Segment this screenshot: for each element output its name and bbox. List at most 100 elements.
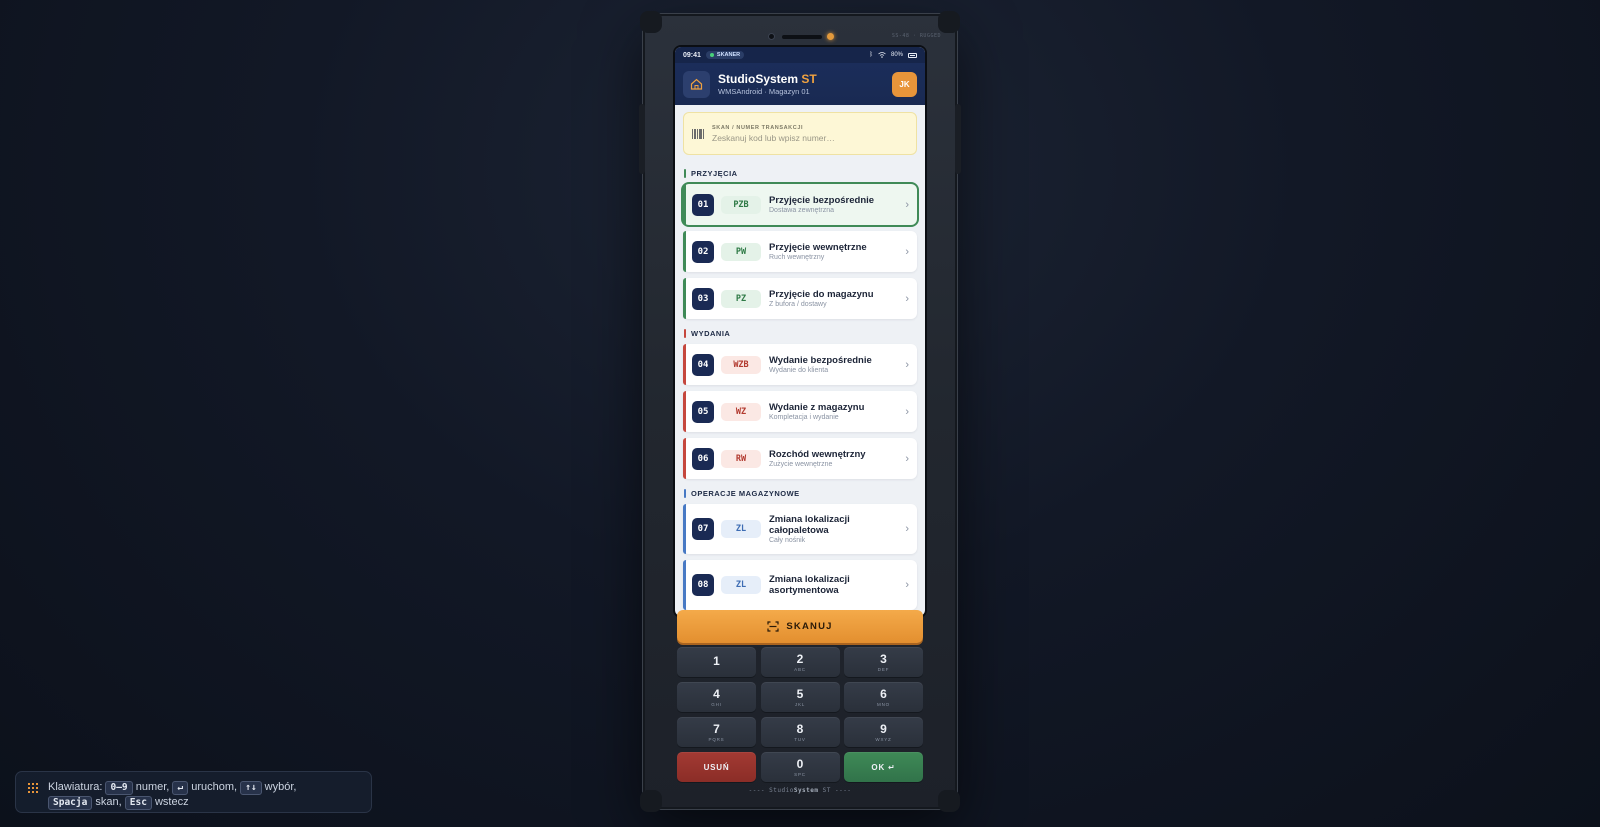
operation-item[interactable]: 01 PZB Przyjęcie bezpośrednie Dostawa zew… [683,184,917,225]
scanner-badge: SKANER [705,51,745,59]
key-1[interactable]: 1 [677,647,756,677]
key-7[interactable]: 7 PQRS [677,717,756,747]
operation-code: WZB [721,355,761,374]
key-0[interactable]: 0 SPC [760,752,840,782]
key-2[interactable]: 2 ABC [760,647,840,677]
operation-item[interactable]: 04 WZB Wydanie bezpośrednie Wydanie do kl… [683,344,917,385]
keyboard-hint: Klawiatura: 0–9 numer, ↵ uruchom, ↑↓ wyb… [15,771,372,813]
chevron-right-icon: › [905,198,909,211]
key-3[interactable]: 3 DEF [844,647,923,677]
device-model: SS-48 · RUGGED [891,33,941,39]
camera [768,33,775,40]
status-bar: 09:41 SKANER ᛒ 80% [675,47,925,63]
bluetooth-icon: ᛒ [869,52,873,58]
operation-subtitle: Kompletacja i wydanie [769,414,839,421]
ok-key[interactable]: OK ↵ [844,752,923,782]
scanner-label: SKANER [716,52,741,58]
operation-title: Wydanie z magazynu [769,402,865,413]
scan-input-label: SKAN / NUMER TRANSAKCJI [712,124,804,131]
operation-item[interactable]: 05 WZ Wydanie z magazynu Kompletacja i wy… [683,391,917,432]
operation-number: 06 [692,447,714,470]
key-5[interactable]: 5 JKL [760,682,840,712]
key-6[interactable]: 6 MNO [844,682,923,712]
chevron-right-icon: › [905,358,909,371]
operation-title: Zmiana lokalizacji asortymentowa [769,573,850,596]
chevron-right-icon: › [905,292,909,305]
operation-item[interactable]: 07 ZL Zmiana lokalizacji całopaletowa Cał… [683,504,917,554]
operation-code: RW [721,449,761,468]
chevron-right-icon: › [905,405,909,418]
hint-prefix: Klawiatura: [48,781,103,793]
operation-number: 02 [692,240,714,263]
battery-percent: 80% [890,52,903,58]
operation-item[interactable]: 08 ZL Zmiana lokalizacji asortymentowa › [683,560,917,610]
operation-title: Wydanie bezpośrednie [769,355,872,366]
scan-button[interactable]: SKANUJ [677,610,923,643]
key-9[interactable]: 9 WXYZ [844,717,923,747]
operation-code: ZL [721,576,761,594]
screen: 09:41 SKANER ᛒ 80% StudioSystem ST WMSAn… [675,47,925,616]
side-button-left[interactable] [639,104,645,174]
operation-title: Przyjęcie do magazynu [769,289,874,300]
chevron-right-icon: › [905,452,909,465]
operation-title: Zmiana lokalizacji całopaletowa [769,514,850,536]
section-title-issues: WYDANIA [684,329,917,338]
status-led [827,33,834,40]
operation-number: 03 [692,287,714,310]
speaker [782,35,822,39]
key-4[interactable]: 4 GHI [677,682,756,712]
section-title-receipts: PRZYJĘCIA [684,169,917,178]
hint-text: skan, [95,796,122,808]
operation-number: 04 [692,353,714,376]
wifi-icon [878,52,886,58]
hint-text: uruchom, [191,781,238,793]
barcode-icon [692,128,704,139]
operation-subtitle: Dostawa zewnętrzna [769,207,834,214]
operation-title: Przyjęcie bezpośrednie [769,195,875,206]
side-button-right[interactable] [955,104,961,174]
device-brand-footer: ---- StudioSystem ST ---- [748,787,852,794]
kbd-enter: ↵ [172,781,189,795]
operation-code: PW [721,242,761,261]
clock: 09:41 [683,51,701,59]
operation-item[interactable]: 02 PW Przyjęcie wewnętrzne Ruch wewnętrzn… [683,231,917,272]
scan-button-label: SKANUJ [786,621,833,632]
home-button[interactable] [683,70,710,98]
hint-text: numer, [135,781,170,793]
device-shell: SS-48 · RUGGED 09:41 SKANER ᛒ 80% Studio… [639,11,961,812]
operation-code: WZ [721,402,761,421]
operation-number: 01 [692,193,714,216]
app-title: StudioSystem ST [718,72,817,86]
chevron-right-icon: › [905,245,909,258]
kbd-arrows: ↑↓ [240,781,262,795]
operation-item[interactable]: 03 PZ Przyjęcie do magazynu Z bufora / do… [683,278,917,319]
section-title-warehouse-ops: OPERACJE MAGAZYNOWE [684,489,917,498]
operation-subtitle: Wydanie do klienta [769,367,829,374]
user-avatar[interactable]: JK [892,71,917,97]
home-icon [690,78,703,90]
operation-number: 07 [692,518,714,540]
operation-subtitle: Ruch wewnętrzny [769,254,825,261]
scanner-dot-icon [709,53,714,57]
operation-subtitle: Cały nośnik [769,537,806,544]
kbd-digits: 0–9 [105,781,133,795]
scan-frame-icon [767,621,779,632]
operation-subtitle: Z bufora / dostawy [769,301,827,308]
chevron-right-icon: › [905,579,909,591]
operation-code: PZB [721,195,761,214]
operation-item[interactable]: 06 RW Rozchód wewnętrzny Zużycie wewnętrz… [683,438,917,479]
keypad-grid-icon [28,783,38,793]
operation-title: Przyjęcie wewnętrzne [769,242,867,253]
delete-key[interactable]: USUŃ [677,752,756,782]
scan-input-placeholder: Zeskanuj kod lub wpisz numer… [712,132,835,143]
operation-subtitle: Zużycie wewnętrzne [769,461,833,468]
hint-text: wstecz [154,796,189,808]
kbd-space: Spacja [48,796,93,810]
app-subtitle: WMSAndroid · Magazyn 01 [718,87,810,96]
scan-input[interactable]: SKAN / NUMER TRANSAKCJI Zeskanuj kod lub… [683,112,917,155]
key-8[interactable]: 8 TUV [760,717,840,747]
operation-number: 08 [692,574,714,596]
battery-icon [908,52,917,58]
keypad: 1 2 ABC 3 DEF 4 GHI 5 JKL 6 MNO 7 PQRS 8 TUV 9W… [677,647,923,782]
operation-code: ZL [721,520,761,538]
